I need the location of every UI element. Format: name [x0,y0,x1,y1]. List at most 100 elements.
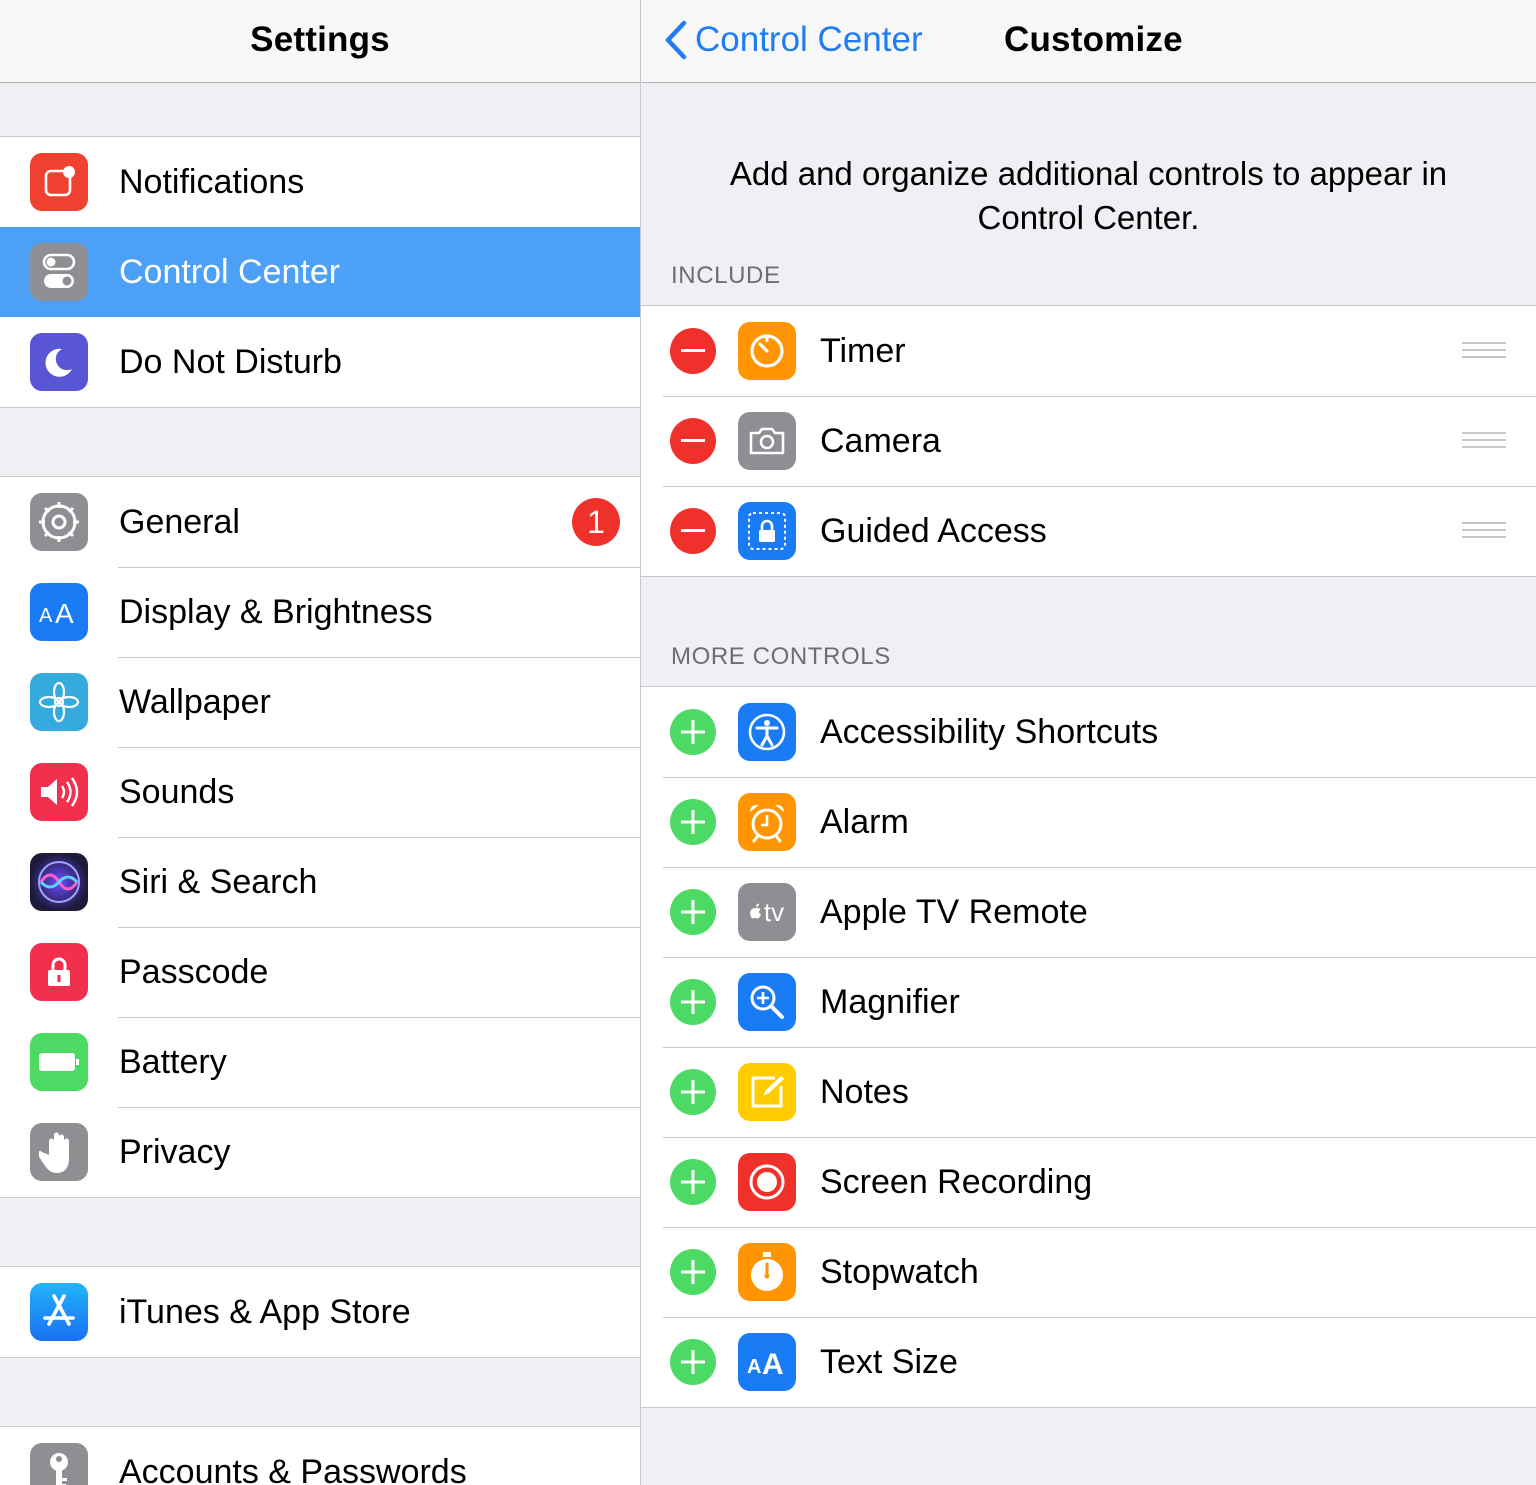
add-button[interactable] [670,1339,716,1385]
chevron-left-icon [665,20,687,60]
settings-group-3: iTunes & App Store [0,1266,640,1358]
control-row-alarm: Alarm [641,777,1536,867]
accessibility-icon [738,703,796,761]
sidebar-item-display-brightness[interactable]: AA Display & Brightness [0,567,640,657]
more-controls-list: Accessibility Shortcuts Alarm tv Apple T… [641,686,1536,1408]
screen-recording-icon [738,1153,796,1211]
control-label: Magnifier [820,983,960,1021]
sidebar-item-privacy[interactable]: Privacy [0,1107,640,1197]
text-size-icon: AA [738,1333,796,1391]
remove-button[interactable] [670,418,716,464]
settings-group-4: Accounts & Passwords [0,1426,640,1485]
plus-icon [681,810,705,834]
customize-pane: Control Center Customize Add and organiz… [641,0,1536,1485]
control-row-timer: Timer [641,306,1536,396]
alarm-icon [738,793,796,851]
sidebar-item-general[interactable]: General 1 [0,477,640,567]
settings-group-1: Notifications Control Center Do Not Dist… [0,136,640,408]
svg-text:A: A [39,605,53,627]
timer-icon [738,322,796,380]
sidebar-item-siri-search[interactable]: Siri & Search [0,837,640,927]
reorder-handle[interactable] [1462,342,1506,360]
guided-access-icon [738,502,796,560]
reorder-handle[interactable] [1462,432,1506,450]
siri-icon [30,853,88,911]
notification-badge: 1 [572,498,620,546]
key-icon [30,1443,88,1485]
sidebar-item-label: General [119,503,240,541]
magnifier-icon [738,973,796,1031]
control-row-guided-access: Guided Access [641,486,1536,576]
control-row-magnifier: Magnifier [641,957,1536,1047]
control-row-apple-tv-remote: tv Apple TV Remote [641,867,1536,957]
back-button-label: Control Center [695,20,923,59]
control-label: Guided Access [820,512,1047,550]
sidebar-item-label: Display & Brightness [119,593,433,631]
sidebar-item-itunes-app-store[interactable]: iTunes & App Store [0,1267,640,1357]
control-label: Timer [820,332,906,370]
plus-icon [681,1080,705,1104]
sidebar-item-control-center[interactable]: Control Center [0,227,640,317]
include-section-header: INCLUDE [671,262,781,289]
sidebar-item-label: Notifications [119,163,305,201]
sidebar-item-wallpaper[interactable]: Wallpaper [0,657,640,747]
svg-text:A: A [55,598,74,629]
control-row-notes: Notes [641,1047,1536,1137]
plus-icon [681,1260,705,1284]
sidebar-title: Settings [250,20,390,59]
more-controls-section-header: MORE CONTROLS [671,643,891,670]
minus-icon [681,439,705,442]
sidebar-item-label: iTunes & App Store [119,1293,411,1331]
sidebar-item-sounds[interactable]: Sounds [0,747,640,837]
settings-group-2: General 1 AA Display & Brightness Wallpa… [0,476,640,1198]
control-row-text-size: AA Text Size [641,1317,1536,1407]
stopwatch-icon [738,1243,796,1301]
control-label: Screen Recording [820,1163,1093,1201]
gear-icon [30,493,88,551]
control-label: Text Size [820,1343,958,1381]
control-row-accessibility-shortcuts: Accessibility Shortcuts [641,687,1536,777]
add-button[interactable] [670,889,716,935]
sidebar-item-battery[interactable]: Battery [0,1017,640,1107]
sidebar-item-label: Accounts & Passwords [119,1453,467,1485]
detail-navbar: Control Center Customize [641,0,1536,83]
sidebar-item-do-not-disturb[interactable]: Do Not Disturb [0,317,640,407]
back-button[interactable]: Control Center [663,17,923,63]
control-row-stopwatch: Stopwatch [641,1227,1536,1317]
sidebar-item-accounts-passwords[interactable]: Accounts & Passwords [0,1427,640,1485]
plus-icon [681,900,705,924]
sidebar-item-label: Wallpaper [119,683,271,721]
camera-icon [738,412,796,470]
control-center-icon [30,243,88,301]
sidebar-navbar: Settings [0,0,640,83]
svg-text:A: A [747,1356,761,1378]
control-label: Accessibility Shortcuts [820,713,1159,751]
add-button[interactable] [670,1069,716,1115]
add-button[interactable] [670,799,716,845]
sidebar-item-notifications[interactable]: Notifications [0,137,640,227]
sidebar-item-label: Control Center [119,253,341,291]
sidebar-item-label: Sounds [119,773,235,811]
hand-icon [30,1123,88,1181]
lock-icon [30,943,88,1001]
display-icon: AA [30,583,88,641]
control-row-screen-recording: Screen Recording [641,1137,1536,1227]
sidebar-item-label: Passcode [119,953,269,991]
sidebar-item-passcode[interactable]: Passcode [0,927,640,1017]
add-button[interactable] [670,979,716,1025]
include-list: Timer Camera Guided Access [641,305,1536,577]
add-button[interactable] [670,1159,716,1205]
plus-icon [681,990,705,1014]
reorder-handle[interactable] [1462,522,1506,540]
add-button[interactable] [670,1249,716,1295]
page-description: Add and organize additional controls to … [729,155,1448,236]
minus-icon [681,529,705,532]
app-store-icon [30,1283,88,1341]
plus-icon [681,1170,705,1194]
sidebar-item-label: Battery [119,1043,227,1081]
sidebar-item-label: Siri & Search [119,863,318,901]
add-button[interactable] [670,709,716,755]
remove-button[interactable] [670,328,716,374]
remove-button[interactable] [670,508,716,554]
page-title: Customize [1004,20,1183,59]
